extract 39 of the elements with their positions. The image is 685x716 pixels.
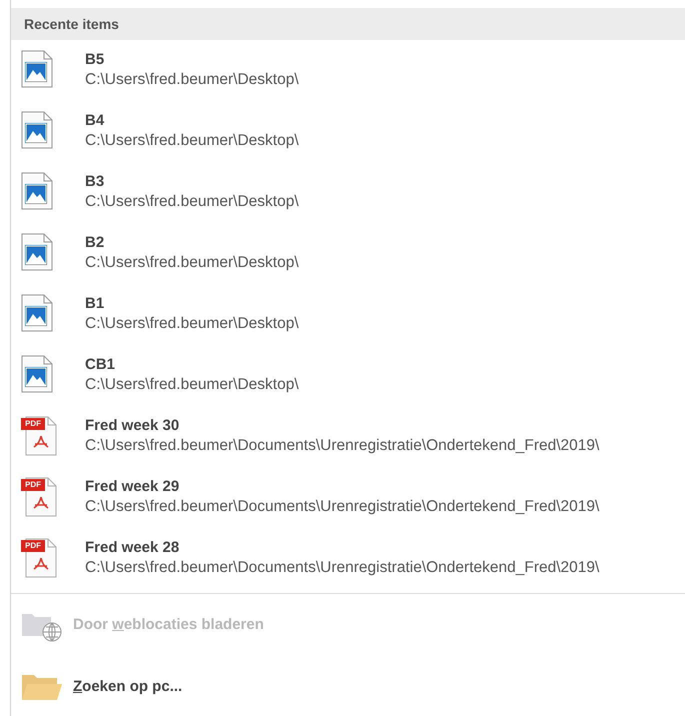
image-file-icon xyxy=(21,111,53,149)
image-file-icon xyxy=(21,233,53,271)
item-name: B4 xyxy=(85,111,106,131)
image-file-icon xyxy=(21,294,53,332)
recent-item[interactable]: B4 C:\Users\fred.beumer\Desktop\ xyxy=(11,101,685,162)
item-name: B2 xyxy=(85,233,106,253)
item-path: C:\Users\fred.beumer\Documents\Urenregistratie\Ondertekend_Fred\2019\ xyxy=(85,558,600,578)
recent-item[interactable]: CB1 C:\Users\fred.beumer\Desktop\ xyxy=(11,345,685,406)
image-file-icon xyxy=(21,355,53,393)
pdf-label: PDF xyxy=(21,418,45,430)
item-path: C:\Users\fred.beumer\Desktop\ xyxy=(85,253,299,273)
section-title: Recente items xyxy=(24,14,119,34)
item-path: C:\Users\fred.beumer\Desktop\ xyxy=(85,70,299,90)
pdf-label: PDF xyxy=(21,540,45,552)
item-name: Fred week 30 xyxy=(85,416,180,436)
item-name: CB1 xyxy=(85,355,116,375)
item-path: C:\Users\fred.beumer\Documents\Urenregistratie\Ondertekend_Fred\2019\ xyxy=(85,436,600,456)
recent-item[interactable]: PDF Fred week 29 C:\Users\fred.beumer\Documents\Urenregistratie\Ondertekend_Fred\2019\ xyxy=(11,467,685,528)
item-name: B1 xyxy=(85,294,106,314)
item-path: C:\Users\fred.beumer\Desktop\ xyxy=(85,131,299,151)
recent-item[interactable]: B3 C:\Users\fred.beumer\Desktop\ xyxy=(11,162,685,223)
item-path: C:\Users\fred.beumer\Desktop\ xyxy=(85,314,299,334)
item-name: Fred week 28 xyxy=(85,538,180,558)
image-file-icon xyxy=(21,50,53,88)
item-name: B5 xyxy=(85,50,106,70)
item-path: C:\Users\fred.beumer\Desktop\ xyxy=(85,192,299,212)
recent-item[interactable]: B5 C:\Users\fred.beumer\Desktop\ xyxy=(11,40,685,101)
recent-item[interactable]: B2 C:\Users\fred.beumer\Desktop\ xyxy=(11,223,685,284)
pdf-label: PDF xyxy=(21,479,45,491)
folder-icon xyxy=(21,672,63,702)
item-path: C:\Users\fred.beumer\Desktop\ xyxy=(85,375,299,395)
item-name: B3 xyxy=(85,172,106,192)
recent-item[interactable]: PDF Fred week 30 C:\Users\fred.beumer\Documents\Urenregistratie\Ondertekend_Fred\2019\ xyxy=(11,406,685,467)
item-path: C:\Users\fred.beumer\Documents\Urenregistratie\Ondertekend_Fred\2019\ xyxy=(85,497,600,517)
item-name: Fred week 29 xyxy=(85,477,180,497)
image-file-icon xyxy=(21,172,53,210)
recent-item[interactable]: B1 C:\Users\fred.beumer\Desktop\ xyxy=(11,284,685,345)
action-link[interactable]: Zoeken op pc... xyxy=(73,676,182,698)
recent-item[interactable]: PDF Fred week 28 C:\Users\fred.beumer\Documents\Urenregistratie\Ondertekend_Fred\2019\ xyxy=(11,528,685,589)
